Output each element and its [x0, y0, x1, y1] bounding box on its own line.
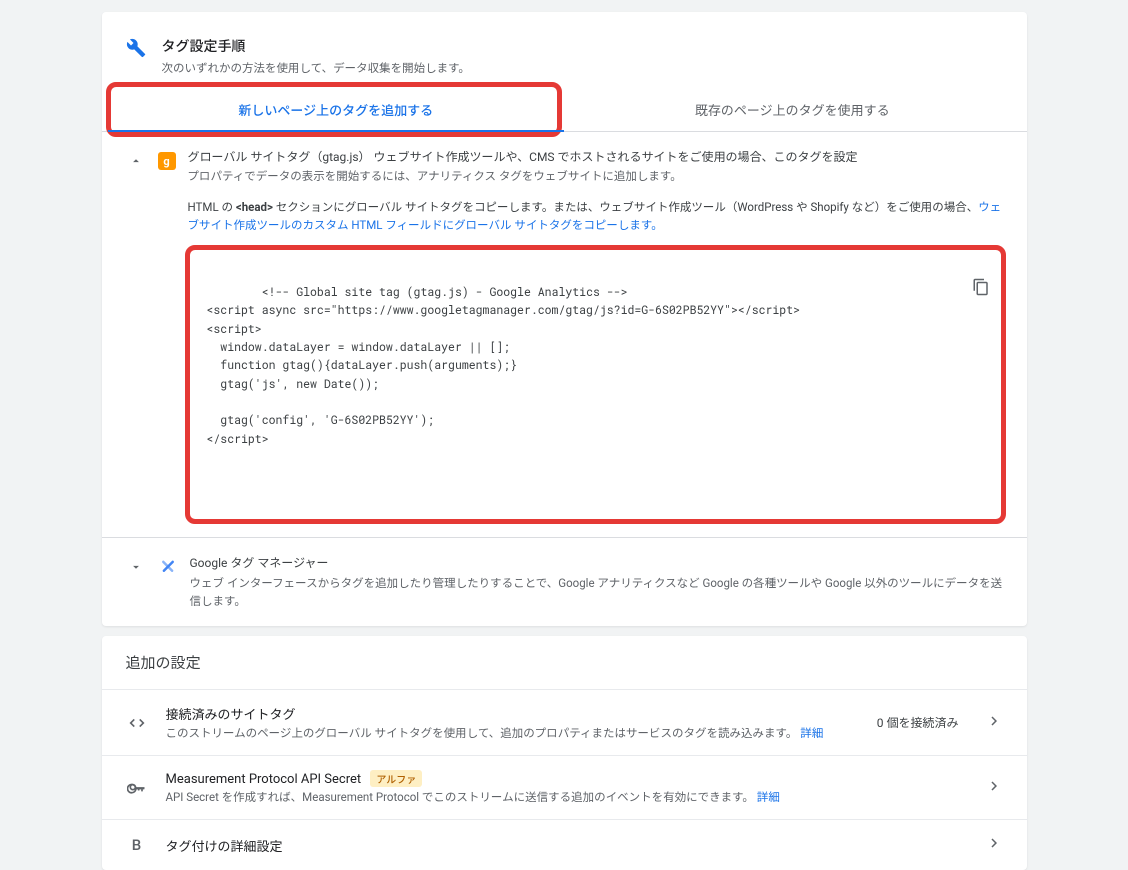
tabs: 新しいページ上のタグを追加する 既存のページ上のタグを使用する — [102, 88, 1027, 132]
advanced-tagging-row[interactable]: B タグ付けの詳細設定 — [102, 819, 1027, 870]
code-content: <!-- Global site tag (gtag.js) - Google … — [207, 285, 801, 447]
chevron-right-icon — [985, 712, 1003, 734]
details-link[interactable]: 詳細 — [800, 726, 823, 740]
additional-settings-card: 追加の設定 接続済みのサイトタグ このストリームのページ上のグローバル サイトタ… — [102, 636, 1027, 870]
chevron-right-icon — [985, 777, 1003, 799]
section-description: ウェブ インターフェースからタグを追加したり管理したりすることで、Google … — [190, 574, 1003, 611]
section-title: Google タグ マネージャー — [190, 554, 1003, 573]
tab-existing-tag[interactable]: 既存のページ上のタグを使用する — [564, 88, 1021, 131]
row-sub-text: API Secret を作成すれば、Measurement Protocol で… — [166, 790, 757, 804]
row-title: Measurement Protocol API Secret アルファ — [166, 770, 967, 787]
row-subtitle: API Secret を作成すれば、Measurement Protocol で… — [166, 789, 967, 805]
wrench-icon — [126, 38, 146, 62]
analytics-badge-icon: g — [158, 152, 176, 170]
note-text: セクションにグローバル サイトタグをコピーします。または、ウェブサイト作成ツール… — [273, 200, 978, 214]
row-title: 接続済みのサイトタグ — [166, 704, 859, 723]
tab-new-tag[interactable]: 新しいページ上のタグを追加する — [108, 88, 565, 131]
tab-label: 既存のページ上のタグを使用する — [695, 104, 890, 119]
card-header: タグ設定手順 次のいずれかの方法を使用して、データ収集を開始します。 — [102, 12, 1027, 88]
global-site-tag-section: g グローバル サイトタグ（gtag.js） ウェブサイト作成ツールや、CMS … — [102, 132, 1027, 537]
gtm-section[interactable]: Google タグ マネージャー ウェブ インターフェースからタグを追加したり管… — [102, 538, 1027, 626]
measurement-protocol-row[interactable]: Measurement Protocol API Secret アルファ API… — [102, 755, 1027, 819]
connected-tags-icon — [126, 713, 148, 733]
section-note: HTML の <head> セクションにグローバル サイトタグをコピーします。ま… — [188, 198, 1003, 235]
collapse-icon[interactable] — [126, 154, 146, 168]
connected-count: 0 個を接続済み — [877, 714, 959, 731]
api-key-icon — [126, 778, 148, 798]
row-subtitle: このストリームのページ上のグローバル サイトタグを使用して、追加のプロパティまた… — [166, 725, 859, 741]
row-title: タグ付けの詳細設定 — [166, 836, 967, 855]
header-title: タグ設定手順 — [162, 36, 470, 56]
extra-heading: 追加の設定 — [102, 636, 1027, 689]
row-sub-text: このストリームのページ上のグローバル サイトタグを使用して、追加のプロパティまた… — [166, 726, 801, 740]
tag-instructions-card: タグ設定手順 次のいずれかの方法を使用して、データ収集を開始します。 新しいペー… — [102, 12, 1027, 626]
section-title: グローバル サイトタグ（gtag.js） ウェブサイト作成ツールや、CMS でホ… — [188, 148, 1003, 167]
code-snippet-box: <!-- Global site tag (gtag.js) - Google … — [188, 248, 1003, 521]
section-description: プロパティでデータの表示を開始するには、アナリティクス タグをウェブサイトに追加… — [188, 167, 1003, 185]
details-link[interactable]: 詳細 — [757, 790, 780, 804]
expand-icon[interactable] — [126, 560, 146, 574]
copy-button[interactable] — [902, 259, 989, 320]
row-title-text: Measurement Protocol API Secret — [166, 772, 362, 787]
header-subtitle: 次のいずれかの方法を使用して、データ収集を開始します。 — [162, 60, 470, 76]
tab-label: 新しいページ上のタグを追加する — [238, 104, 433, 119]
tag-icon: B — [126, 836, 148, 854]
chevron-right-icon — [985, 834, 1003, 856]
note-head-tag: <head> — [236, 200, 273, 214]
gtm-icon — [158, 556, 178, 576]
alpha-badge: アルファ — [370, 770, 422, 787]
note-text: HTML の — [188, 200, 236, 214]
connected-site-tags-row[interactable]: 接続済みのサイトタグ このストリームのページ上のグローバル サイトタグを使用して… — [102, 689, 1027, 755]
